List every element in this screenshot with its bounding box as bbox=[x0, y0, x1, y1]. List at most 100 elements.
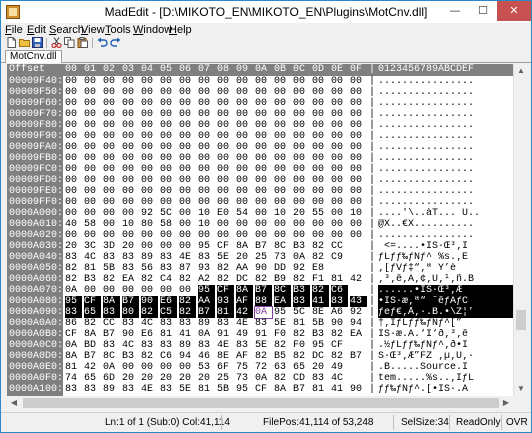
hex-byte[interactable]: 00 bbox=[65, 230, 82, 241]
hex-byte[interactable]: 8E bbox=[217, 351, 234, 362]
hex-byte[interactable]: 00 bbox=[84, 186, 101, 197]
hex-byte[interactable]: 8A bbox=[274, 384, 291, 395]
hex-byte[interactable]: 00 bbox=[84, 131, 101, 142]
hex-byte[interactable]: 00 bbox=[122, 120, 139, 131]
hex-byte[interactable]: 83 bbox=[122, 318, 139, 329]
hex-byte[interactable]: 00 bbox=[274, 197, 291, 208]
hex-byte[interactable]: 0A bbox=[65, 340, 82, 351]
hex-byte[interactable]: 58 bbox=[84, 219, 101, 230]
hex-byte[interactable]: 83 bbox=[141, 340, 158, 351]
hex-byte[interactable]: 00 bbox=[122, 153, 139, 164]
hex-byte[interactable]: 41 bbox=[179, 329, 196, 340]
hex-byte[interactable]: 89 bbox=[141, 252, 158, 263]
hex-byte[interactable]: 81 bbox=[65, 362, 82, 373]
hex-byte[interactable]: 00 bbox=[65, 164, 82, 175]
hex-byte[interactable]: 00 bbox=[84, 175, 101, 186]
hex-byte[interactable]: 42 bbox=[84, 362, 101, 373]
hex-byte[interactable]: 00 bbox=[141, 197, 158, 208]
horizontal-scroll-thumb[interactable] bbox=[23, 398, 499, 408]
hex-byte[interactable]: 00 bbox=[255, 120, 272, 131]
hex-byte[interactable]: 00 bbox=[84, 285, 101, 296]
hex-byte[interactable]: 00 bbox=[236, 76, 253, 87]
hex-byte[interactable]: 00 bbox=[84, 164, 101, 175]
hex-byte[interactable]: 82 bbox=[179, 307, 196, 318]
hex-byte[interactable]: 5C bbox=[160, 208, 177, 219]
hex-byte[interactable]: 87 bbox=[179, 263, 196, 274]
hex-byte[interactable]: 00 bbox=[312, 142, 329, 153]
hex-byte[interactable]: 3D bbox=[103, 241, 120, 252]
hex-byte[interactable]: 00 bbox=[350, 76, 367, 87]
vertical-scrollbar[interactable]: ▲ ▼ bbox=[513, 64, 527, 396]
hex-byte[interactable]: 20 bbox=[312, 362, 329, 373]
hex-byte[interactable]: 00 bbox=[65, 197, 82, 208]
hex-byte[interactable]: 89 bbox=[103, 384, 120, 395]
hex-byte[interactable]: CF bbox=[217, 285, 234, 296]
hex-byte[interactable]: CC bbox=[331, 241, 348, 252]
hex-byte[interactable]: 00 bbox=[236, 120, 253, 131]
hex-byte[interactable]: 00 bbox=[65, 109, 82, 120]
hex-byte[interactable]: 00 bbox=[84, 120, 101, 131]
hex-byte[interactable]: 00 bbox=[141, 175, 158, 186]
hex-byte[interactable]: 8A bbox=[103, 296, 120, 307]
hex-byte[interactable]: 00 bbox=[350, 120, 367, 131]
hex-byte[interactable]: 00 bbox=[350, 87, 367, 98]
hex-byte[interactable]: 00 bbox=[331, 208, 348, 219]
hex-byte[interactable]: 8A bbox=[65, 351, 82, 362]
ascii-text[interactable]: †‚ÌƒLƒƒ‰ƒNƒ^[” bbox=[378, 318, 513, 329]
menu-file[interactable]: File bbox=[5, 23, 23, 37]
hex-byte[interactable]: 00 bbox=[293, 153, 310, 164]
hex-byte[interactable]: 00 bbox=[160, 76, 177, 87]
hex-byte[interactable]: 4C bbox=[331, 373, 348, 384]
hex-byte[interactable]: 00 bbox=[65, 153, 82, 164]
hex-byte[interactable]: 88 bbox=[255, 296, 272, 307]
hex-byte[interactable]: 00 bbox=[141, 87, 158, 98]
hex-byte[interactable]: 00 bbox=[274, 230, 291, 241]
hex-byte[interactable]: 00 bbox=[84, 76, 101, 87]
hex-row[interactable]: 0000A100: 83 83 89 83 4E 83 5E 81 5B 95 CF 8A B7 81 41 9… bbox=[7, 384, 513, 395]
hex-byte[interactable]: 82 bbox=[217, 274, 234, 285]
hex-byte[interactable]: 00 bbox=[312, 219, 329, 230]
hex-byte[interactable]: 00 bbox=[331, 142, 348, 153]
hex-byte[interactable]: 00 bbox=[274, 175, 291, 186]
ascii-text[interactable]: <=....•ÏŠ·Œ³‚Ì bbox=[378, 241, 513, 252]
hex-byte[interactable]: 00 bbox=[293, 87, 310, 98]
scroll-up-icon[interactable]: ▲ bbox=[514, 64, 528, 78]
hex-byte[interactable]: AF bbox=[236, 296, 253, 307]
hex-byte[interactable]: 00 bbox=[217, 153, 234, 164]
hex-byte[interactable]: 0A bbox=[293, 252, 310, 263]
hex-byte[interactable]: 20 bbox=[141, 373, 158, 384]
hex-byte[interactable]: 00 bbox=[236, 87, 253, 98]
hex-byte[interactable]: 54 bbox=[236, 208, 253, 219]
hex-byte[interactable]: 83 bbox=[84, 384, 101, 395]
hex-byte[interactable]: 4E bbox=[217, 340, 234, 351]
hex-byte[interactable]: B7 bbox=[198, 307, 215, 318]
hex-byte[interactable]: 86 bbox=[65, 318, 82, 329]
hex-byte[interactable]: 83 bbox=[331, 296, 348, 307]
hex-byte[interactable]: 00 bbox=[293, 197, 310, 208]
hex-byte[interactable]: 10 bbox=[198, 208, 215, 219]
hex-row[interactable]: 0000A010: 40 58 00 10 80 58 00 10 00 00 00 00 00 00 00 0… bbox=[7, 219, 513, 230]
hex-byte[interactable]: 00 bbox=[160, 197, 177, 208]
hex-byte[interactable]: C9 bbox=[331, 252, 348, 263]
hex-byte[interactable]: AA bbox=[236, 263, 253, 274]
hex-byte[interactable]: 00 bbox=[331, 164, 348, 175]
hex-byte[interactable]: 00 bbox=[141, 241, 158, 252]
hex-byte[interactable]: 00 bbox=[103, 98, 120, 109]
ascii-text[interactable]: ................ bbox=[378, 175, 513, 186]
hex-byte[interactable]: 00 bbox=[198, 76, 215, 87]
hex-byte[interactable]: 00 bbox=[236, 219, 253, 230]
hex-byte[interactable]: 95 bbox=[312, 340, 329, 351]
hex-byte[interactable]: CD bbox=[293, 373, 310, 384]
vertical-scroll-thumb[interactable] bbox=[516, 310, 526, 330]
hex-byte[interactable]: 00 bbox=[179, 87, 196, 98]
hex-byte[interactable]: 00 bbox=[312, 131, 329, 142]
hex-byte[interactable]: F1 bbox=[312, 274, 329, 285]
hex-byte[interactable]: 00 bbox=[350, 186, 367, 197]
hex-byte[interactable]: 00 bbox=[84, 87, 101, 98]
hex-byte[interactable]: 82 bbox=[255, 351, 272, 362]
hex-byte[interactable]: 00 bbox=[179, 197, 196, 208]
paste-icon[interactable] bbox=[77, 37, 88, 48]
hex-byte[interactable]: AA bbox=[198, 296, 215, 307]
hex-byte[interactable]: 00 bbox=[236, 186, 253, 197]
hex-byte[interactable]: 00 bbox=[331, 98, 348, 109]
